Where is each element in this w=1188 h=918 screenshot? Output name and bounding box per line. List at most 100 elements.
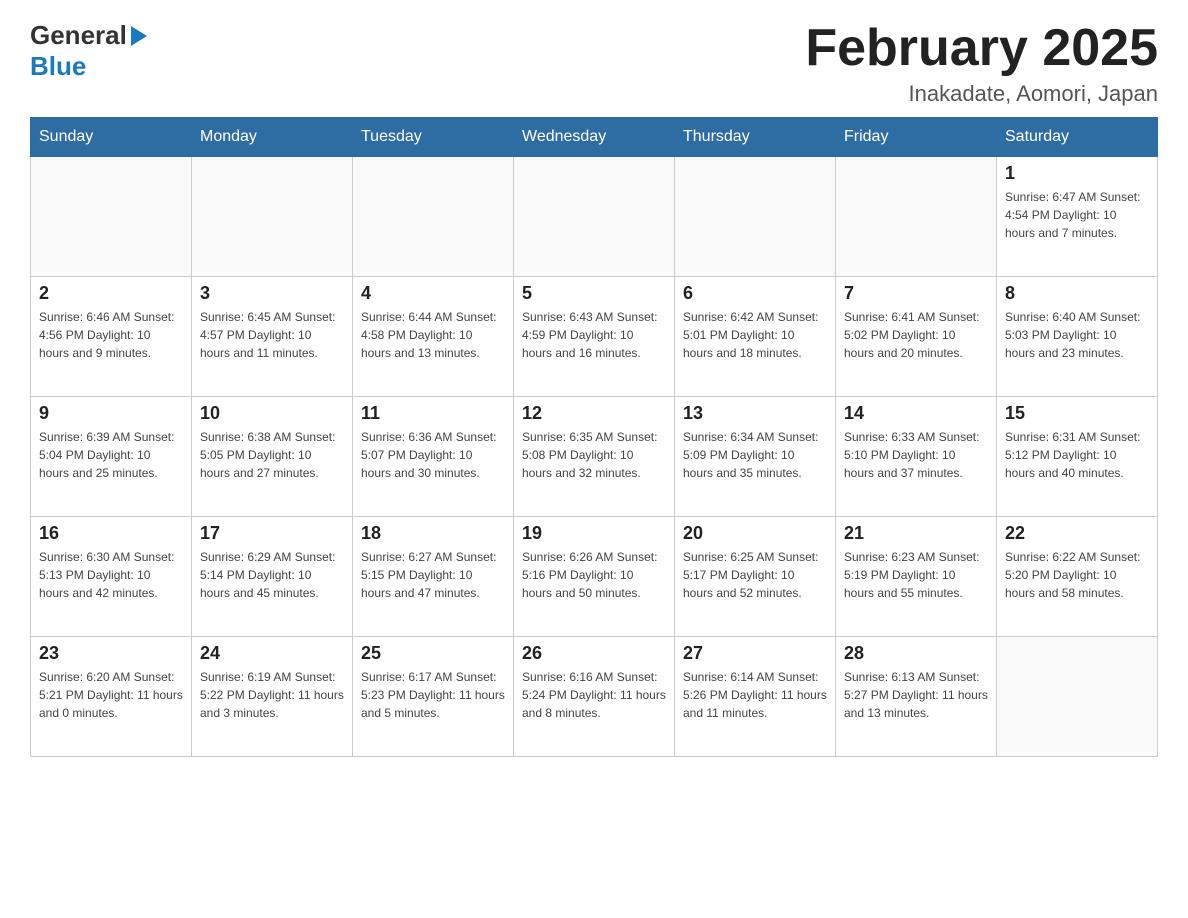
calendar-cell: 18 Sunrise: 6:27 AM Sunset: 5:15 PM Dayli… (353, 517, 514, 637)
calendar-cell: 16 Sunrise: 6:30 AM Sunset: 5:13 PM Dayli… (31, 517, 192, 637)
day-info: Sunrise: 6:30 AM Sunset: 5:13 PM Dayligh… (39, 548, 183, 602)
day-number: 23 (39, 643, 183, 664)
day-info: Sunrise: 6:41 AM Sunset: 5:02 PM Dayligh… (844, 308, 988, 362)
day-number: 13 (683, 403, 827, 424)
day-number: 20 (683, 523, 827, 544)
day-info: Sunrise: 6:31 AM Sunset: 5:12 PM Dayligh… (1005, 428, 1149, 482)
day-number: 7 (844, 283, 988, 304)
day-number: 27 (683, 643, 827, 664)
day-info: Sunrise: 6:17 AM Sunset: 5:23 PM Dayligh… (361, 668, 505, 722)
calendar-cell: 13 Sunrise: 6:34 AM Sunset: 5:09 PM Dayli… (675, 397, 836, 517)
calendar-cell (353, 157, 514, 277)
calendar-cell: 1 Sunrise: 6:47 AM Sunset: 4:54 PM Daylig… (997, 157, 1158, 277)
calendar-cell: 22 Sunrise: 6:22 AM Sunset: 5:20 PM Dayli… (997, 517, 1158, 637)
day-info: Sunrise: 6:27 AM Sunset: 5:15 PM Dayligh… (361, 548, 505, 602)
day-info: Sunrise: 6:44 AM Sunset: 4:58 PM Dayligh… (361, 308, 505, 362)
calendar-cell: 7 Sunrise: 6:41 AM Sunset: 5:02 PM Daylig… (836, 277, 997, 397)
week-row-1: 1 Sunrise: 6:47 AM Sunset: 4:54 PM Daylig… (31, 157, 1158, 277)
calendar-cell: 14 Sunrise: 6:33 AM Sunset: 5:10 PM Dayli… (836, 397, 997, 517)
calendar-cell: 27 Sunrise: 6:14 AM Sunset: 5:26 PM Dayli… (675, 637, 836, 757)
logo: General Blue (30, 20, 147, 82)
day-number: 26 (522, 643, 666, 664)
calendar-cell: 15Sunrise: 6:31 AM Sunset: 5:12 PM Dayli… (997, 397, 1158, 517)
day-number: 24 (200, 643, 344, 664)
day-info: Sunrise: 6:40 AM Sunset: 5:03 PM Dayligh… (1005, 308, 1149, 362)
day-number: 9 (39, 403, 183, 424)
title-section: February 2025 Inakadate, Aomori, Japan (805, 20, 1158, 107)
day-number: 4 (361, 283, 505, 304)
weekday-header-friday: Friday (836, 118, 997, 157)
weekday-header-saturday: Saturday (997, 118, 1158, 157)
day-info: Sunrise: 6:43 AM Sunset: 4:59 PM Dayligh… (522, 308, 666, 362)
day-number: 2 (39, 283, 183, 304)
day-info: Sunrise: 6:45 AM Sunset: 4:57 PM Dayligh… (200, 308, 344, 362)
week-row-3: 9 Sunrise: 6:39 AM Sunset: 5:04 PM Daylig… (31, 397, 1158, 517)
day-info: Sunrise: 6:39 AM Sunset: 5:04 PM Dayligh… (39, 428, 183, 482)
calendar-cell: 19Sunrise: 6:26 AM Sunset: 5:16 PM Dayli… (514, 517, 675, 637)
week-row-4: 16 Sunrise: 6:30 AM Sunset: 5:13 PM Dayli… (31, 517, 1158, 637)
month-title: February 2025 (805, 20, 1158, 77)
calendar-cell: 26 Sunrise: 6:16 AM Sunset: 5:24 PM Dayli… (514, 637, 675, 757)
day-info: Sunrise: 6:29 AM Sunset: 5:14 PM Dayligh… (200, 548, 344, 602)
calendar-cell: 3 Sunrise: 6:45 AM Sunset: 4:57 PM Daylig… (192, 277, 353, 397)
calendar-cell: 25 Sunrise: 6:17 AM Sunset: 5:23 PM Dayli… (353, 637, 514, 757)
calendar-cell: 10Sunrise: 6:38 AM Sunset: 5:05 PM Dayli… (192, 397, 353, 517)
calendar-cell: 2 Sunrise: 6:46 AM Sunset: 4:56 PM Daylig… (31, 277, 192, 397)
day-number: 1 (1005, 163, 1149, 184)
calendar-cell: 11 Sunrise: 6:36 AM Sunset: 5:07 PM Dayli… (353, 397, 514, 517)
day-info: Sunrise: 6:22 AM Sunset: 5:20 PM Dayligh… (1005, 548, 1149, 602)
day-info: Sunrise: 6:38 AM Sunset: 5:05 PM Dayligh… (200, 428, 344, 482)
calendar-cell: 6Sunrise: 6:42 AM Sunset: 5:01 PM Daylig… (675, 277, 836, 397)
week-row-2: 2 Sunrise: 6:46 AM Sunset: 4:56 PM Daylig… (31, 277, 1158, 397)
day-number: 19 (522, 523, 666, 544)
day-number: 14 (844, 403, 988, 424)
day-number: 11 (361, 403, 505, 424)
day-info: Sunrise: 6:34 AM Sunset: 5:09 PM Dayligh… (683, 428, 827, 482)
weekday-header-tuesday: Tuesday (353, 118, 514, 157)
day-info: Sunrise: 6:23 AM Sunset: 5:19 PM Dayligh… (844, 548, 988, 602)
calendar-cell (514, 157, 675, 277)
day-number: 17 (200, 523, 344, 544)
day-number: 22 (1005, 523, 1149, 544)
calendar-cell: 9 Sunrise: 6:39 AM Sunset: 5:04 PM Daylig… (31, 397, 192, 517)
page-header: General Blue February 2025 Inakadate, Ao… (30, 20, 1158, 107)
day-number: 5 (522, 283, 666, 304)
calendar-cell (675, 157, 836, 277)
calendar-cell: 21 Sunrise: 6:23 AM Sunset: 5:19 PM Dayli… (836, 517, 997, 637)
day-info: Sunrise: 6:35 AM Sunset: 5:08 PM Dayligh… (522, 428, 666, 482)
day-number: 21 (844, 523, 988, 544)
day-info: Sunrise: 6:16 AM Sunset: 5:24 PM Dayligh… (522, 668, 666, 722)
weekday-header-sunday: Sunday (31, 118, 192, 157)
calendar-table: SundayMondayTuesdayWednesdayThursdayFrid… (30, 117, 1158, 757)
calendar-cell: 20 Sunrise: 6:25 AM Sunset: 5:17 PM Dayli… (675, 517, 836, 637)
day-info: Sunrise: 6:19 AM Sunset: 5:22 PM Dayligh… (200, 668, 344, 722)
day-number: 18 (361, 523, 505, 544)
day-number: 16 (39, 523, 183, 544)
calendar-cell (31, 157, 192, 277)
calendar-cell: 5 Sunrise: 6:43 AM Sunset: 4:59 PM Daylig… (514, 277, 675, 397)
day-info: Sunrise: 6:20 AM Sunset: 5:21 PM Dayligh… (39, 668, 183, 722)
logo-blue: Blue (30, 51, 86, 81)
day-info: Sunrise: 6:33 AM Sunset: 5:10 PM Dayligh… (844, 428, 988, 482)
calendar-cell (997, 637, 1158, 757)
logo-arrow-icon (131, 26, 147, 46)
day-info: Sunrise: 6:46 AM Sunset: 4:56 PM Dayligh… (39, 308, 183, 362)
day-number: 28 (844, 643, 988, 664)
location: Inakadate, Aomori, Japan (805, 81, 1158, 107)
weekday-header-thursday: Thursday (675, 118, 836, 157)
day-number: 8 (1005, 283, 1149, 304)
day-info: Sunrise: 6:36 AM Sunset: 5:07 PM Dayligh… (361, 428, 505, 482)
weekday-header-wednesday: Wednesday (514, 118, 675, 157)
calendar-cell: 24 Sunrise: 6:19 AM Sunset: 5:22 PM Dayli… (192, 637, 353, 757)
calendar-cell: 12Sunrise: 6:35 AM Sunset: 5:08 PM Dayli… (514, 397, 675, 517)
day-info: Sunrise: 6:13 AM Sunset: 5:27 PM Dayligh… (844, 668, 988, 722)
calendar-cell: 8 Sunrise: 6:40 AM Sunset: 5:03 PM Daylig… (997, 277, 1158, 397)
weekday-header-monday: Monday (192, 118, 353, 157)
day-number: 25 (361, 643, 505, 664)
day-info: Sunrise: 6:47 AM Sunset: 4:54 PM Dayligh… (1005, 188, 1149, 242)
day-info: Sunrise: 6:14 AM Sunset: 5:26 PM Dayligh… (683, 668, 827, 722)
day-info: Sunrise: 6:25 AM Sunset: 5:17 PM Dayligh… (683, 548, 827, 602)
day-number: 3 (200, 283, 344, 304)
calendar-cell (836, 157, 997, 277)
calendar-cell (192, 157, 353, 277)
